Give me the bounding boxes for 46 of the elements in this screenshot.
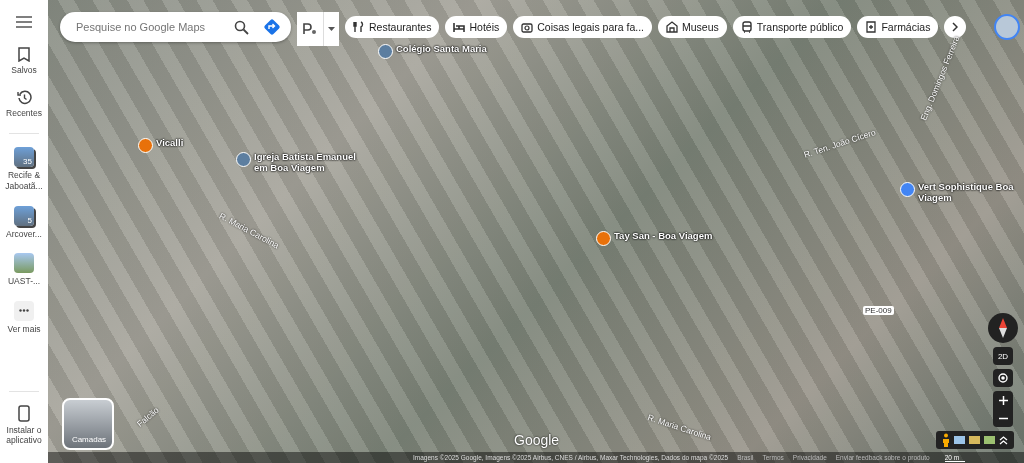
road-shield: PE-009 — [863, 306, 894, 315]
transit-icon — [740, 21, 753, 33]
parking-icon — [303, 23, 317, 35]
photo-placeholder — [14, 253, 34, 274]
sidebar-item[interactable]: Salvos — [0, 44, 48, 79]
restaurant-icon — [353, 21, 365, 33]
search-bar[interactable]: Pesquise no Google Maps — [60, 12, 291, 42]
street-label: R. Ten. João Cícero — [802, 127, 877, 160]
compass-icon[interactable] — [988, 313, 1018, 343]
my-location-icon[interactable] — [993, 369, 1013, 387]
install-app-button[interactable]: Instalar o aplicativo — [0, 401, 48, 449]
sidebar-item[interactable]: Ver mais — [0, 297, 48, 338]
list-thumbnail: 5 — [14, 205, 34, 226]
category-chip[interactable]: Hotéis — [445, 16, 508, 38]
sidebar-item[interactable]: Recentes — [0, 86, 48, 122]
avatar[interactable] — [994, 14, 1021, 40]
history-icon — [16, 89, 32, 105]
category-chip[interactable]: Farmácias — [857, 16, 939, 38]
place-pin-icon[interactable] — [900, 182, 915, 197]
place-pin-icon[interactable] — [596, 231, 611, 246]
sidebar-item[interactable]: 5 Arcover... — [0, 202, 48, 243]
expand-icon[interactable] — [999, 435, 1008, 445]
parking-filter-button[interactable] — [297, 12, 339, 46]
sidebar-item[interactable]: 35 Recife & Jaboatã... — [0, 144, 48, 195]
search-icon[interactable] — [234, 19, 249, 35]
more-icon — [14, 300, 34, 321]
category-chip[interactable]: Museus — [658, 16, 727, 38]
place-pin-icon[interactable] — [138, 138, 153, 153]
phone-icon — [18, 404, 30, 422]
satellite-map-placeholder[interactable] — [48, 0, 1024, 463]
place-pin-icon[interactable] — [236, 152, 251, 167]
2d-toggle-button[interactable]: 2D — [993, 347, 1013, 365]
camera-icon — [521, 21, 534, 33]
layers-button[interactable]: Camadas — [62, 398, 114, 450]
category-chip[interactable]: Transporte público — [732, 16, 852, 38]
sidebar-item[interactable]: UAST-... — [0, 250, 48, 290]
museum-icon — [666, 21, 679, 33]
list-thumbnail: 35 — [14, 147, 34, 168]
bookmark-icon — [18, 47, 30, 62]
pharmacy-icon — [865, 21, 878, 33]
map-logo: Google — [514, 432, 560, 448]
pegman-icon[interactable] — [942, 433, 950, 447]
place-pin-icon[interactable] — [378, 44, 393, 59]
hotel-icon — [453, 21, 466, 33]
category-chip[interactable]: Coisas legais para fa... — [513, 16, 653, 38]
category-chip[interactable]: Restaurantes — [345, 16, 440, 38]
